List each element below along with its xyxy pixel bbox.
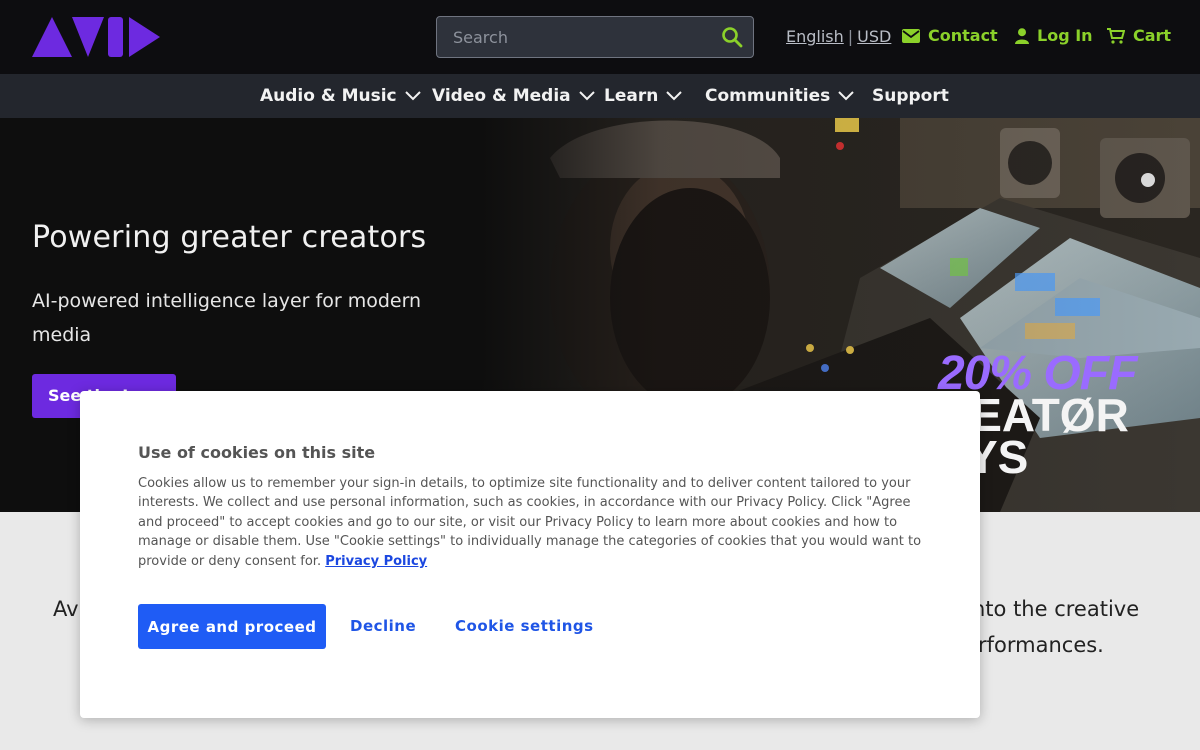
nav-support[interactable]: Support <box>872 86 949 106</box>
search-box <box>436 16 754 58</box>
language-currency-selector: English | USD <box>786 27 891 46</box>
language-link[interactable]: English <box>786 27 844 46</box>
cookie-body-text: Cookies allow us to remember your sign-i… <box>138 476 922 569</box>
hero-title: Powering greater creators <box>32 220 427 255</box>
cookie-title: Use of cookies on this site <box>138 443 376 462</box>
decline-button[interactable]: Decline <box>350 617 416 635</box>
intro-text-fragment: rformances. <box>978 633 1104 657</box>
separator: | <box>847 27 854 46</box>
hero-subtitle: AI-powered intelligence layer for modern… <box>32 290 422 346</box>
nav-communities[interactable]: Communities <box>705 86 854 106</box>
chevron-down-icon <box>404 91 421 101</box>
avid-logo[interactable] <box>32 17 162 57</box>
agree-and-proceed-button[interactable]: Agree and proceed <box>138 604 326 649</box>
nav-label: Learn <box>604 86 659 106</box>
nav-label: Support <box>872 86 949 106</box>
chevron-down-icon <box>666 91 683 101</box>
cookie-description: Cookies allow us to remember your sign-i… <box>138 474 938 571</box>
search-icon[interactable] <box>721 26 743 48</box>
nav-label: Communities <box>705 86 831 106</box>
user-icon <box>1015 27 1029 44</box>
login-label: Log In <box>1037 26 1093 45</box>
nav-label: Video & Media <box>432 86 571 106</box>
privacy-policy-link[interactable]: Privacy Policy <box>325 554 427 569</box>
login-link[interactable]: Log In <box>1015 26 1093 45</box>
top-header: English|USD Contact Log In Cart <box>0 0 1200 74</box>
cart-link[interactable]: Cart <box>1107 26 1171 45</box>
chevron-down-icon <box>838 91 854 101</box>
cart-icon <box>1107 27 1125 44</box>
main-nav: Audio & Music Video & Media Learn Commun… <box>0 74 1200 118</box>
envelope-icon <box>902 28 920 43</box>
nav-learn[interactable]: Learn <box>604 86 683 106</box>
currency-link[interactable]: USD <box>857 27 891 46</box>
cookie-consent-dialog: Use of cookies on this site Cookies allo… <box>80 391 980 718</box>
contact-label: Contact <box>928 26 998 45</box>
intro-text-fragment: nto the creative <box>972 597 1140 621</box>
search-input[interactable] <box>437 17 707 57</box>
nav-video-media[interactable]: Video & Media <box>432 86 595 106</box>
nav-label: Audio & Music <box>260 86 397 106</box>
nav-audio-music[interactable]: Audio & Music <box>260 86 421 106</box>
chevron-down-icon <box>578 91 595 101</box>
intro-text-fragment: Av <box>53 597 79 621</box>
cookie-settings-button[interactable]: Cookie settings <box>455 617 594 635</box>
contact-link[interactable]: Contact <box>902 26 998 45</box>
cart-label: Cart <box>1133 26 1172 45</box>
